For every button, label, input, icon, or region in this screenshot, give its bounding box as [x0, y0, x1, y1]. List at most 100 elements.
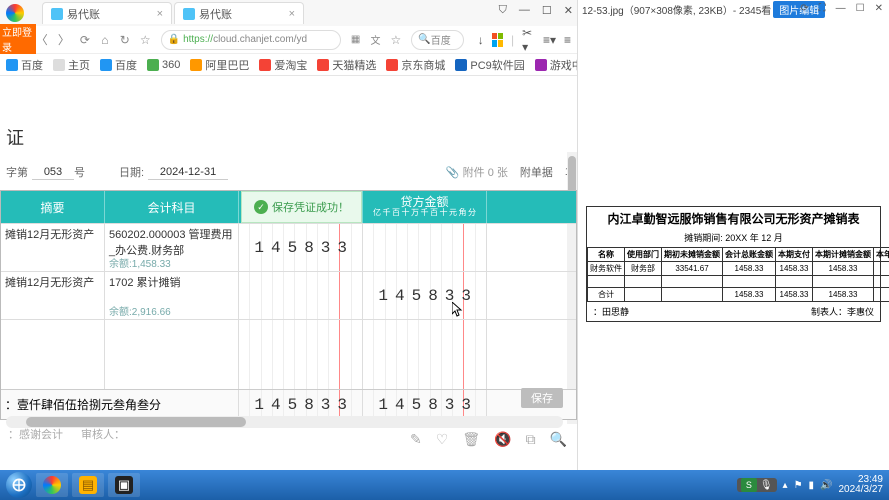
maker-label: ：感谢会计 [8, 426, 63, 442]
table-header-row: 名称 使用部门 期初未摊销金额 会计总账金额 本期支付 本期计摊销金额 本年累计… [588, 248, 889, 262]
scroll-thumb[interactable] [26, 417, 246, 427]
auditor-label: 审核人： [81, 426, 125, 442]
voucher-row[interactable]: 摊销12月无形资产 560202.000003 管理费用_办公费.财务部 余额:… [1, 223, 576, 271]
search-page-icon[interactable]: 🔍 [550, 431, 567, 448]
nav-star-icon[interactable]: ☆ [140, 31, 151, 49]
save-button[interactable]: 保存 [521, 388, 563, 408]
browser-tab-2[interactable]: 易代账 × [174, 2, 304, 24]
bookmark-item[interactable]: 百度 [100, 57, 137, 73]
tray-clock[interactable]: 23:49 2024/3/27 [839, 475, 884, 496]
viewer-maximize-icon[interactable]: ☐ [856, 3, 865, 14]
tray-network-icon[interactable]: ▮ [809, 480, 815, 491]
viewer-tool-fullscreen-icon[interactable]: ⛶ [819, 3, 826, 14]
cell-credit[interactable] [363, 224, 487, 271]
bill-label: 附单据 [520, 164, 553, 180]
trash-icon[interactable]: 🗑 [462, 431, 480, 448]
browser-address-bar-row: 〈 〉 ⟳ ⌂ ↻ ☆ 🔒 https://cloud.chanjet.com/… [0, 26, 577, 54]
url-path: /yd [294, 34, 307, 45]
bookmark-item[interactable]: PC9软件园 [455, 57, 524, 73]
credit-unit-labels: 亿千百十万千百十元角分 [372, 209, 477, 218]
voucher-grid: ✓ 保存凭证成功！ 摘要 会计科目 借方金额 亿千百十万千百十元角分 贷方金额 … [0, 190, 577, 420]
amortization-document: 内江卓勤智远服饰销售有限公司无形资产摊销表 摊销期间: 20XX 年 12 月 … [586, 206, 881, 322]
page-title: 证 [6, 124, 577, 150]
doc-preparer: 李惠仪 [847, 307, 874, 317]
nav-restore-icon[interactable]: ↻ [120, 31, 130, 49]
table-row: 财务软件 财务部 33541.67 1458.33 1458.33 1458.3… [588, 262, 889, 276]
minimize-icon[interactable]: — [519, 4, 530, 17]
voucher-no-input[interactable] [32, 165, 74, 180]
table-empty-row [588, 276, 889, 288]
balance-hint: 余额:1,458.33 [109, 255, 171, 270]
cell-summary[interactable]: 摊销12月无形资产 [1, 272, 105, 319]
page-content: 证 字第 号 日期: 📎 附件 0 张 附单据 1 ✓ 保存凭证成功！ 摘要 会… [0, 76, 577, 464]
sound-icon[interactable]: 🔇 [494, 431, 511, 448]
taskbar-app-browser[interactable] [36, 473, 68, 497]
total-debit: 145833 [239, 390, 362, 419]
viewer-tool-rotate-icon[interactable]: ⟳ [800, 3, 808, 14]
nav-home-icon[interactable]: ⌂ [100, 31, 110, 49]
start-button[interactable] [6, 472, 32, 498]
heart-icon[interactable]: ♡ [436, 431, 449, 448]
page-toolbar: ✎ ♡ 🗑 🔇 ⧉ 🔍 [410, 431, 567, 448]
bookmark-item[interactable]: 百度 [6, 57, 43, 73]
cell-credit[interactable]: 145833 [363, 272, 487, 319]
edit-icon[interactable]: ✎ [410, 431, 422, 448]
download-icon[interactable]: ↓ [478, 33, 484, 47]
tray-volume-icon[interactable]: 🔊 [820, 480, 832, 491]
cell-summary[interactable]: 摊销12月无形资产 [1, 224, 105, 271]
bookmark-item[interactable]: 游戏中心 [535, 57, 577, 73]
attachment-link[interactable]: 📎 附件 0 张 [446, 164, 508, 180]
menu-icon[interactable]: ≡ [564, 33, 571, 47]
system-tray: S 🎙 ▴ ⚑ ▮ 🔊 23:49 2024/3/27 [737, 475, 883, 496]
bookmark-item[interactable]: 主页 [53, 57, 90, 73]
translate-icon[interactable]: 文 [371, 31, 381, 49]
tray-mic-icon[interactable]: 🎙 [760, 480, 773, 491]
voucher-word-suffix: 号 [74, 164, 85, 180]
maximize-icon[interactable]: ☐ [542, 4, 552, 17]
viewer-minimize-icon[interactable]: — [836, 3, 846, 14]
bookmark-item[interactable]: 360 [147, 59, 180, 71]
browser-tab-1[interactable]: 易代账 × [42, 2, 172, 24]
voucher-date-input[interactable] [148, 165, 228, 180]
tray-expand-icon[interactable]: S 🎙 [737, 478, 777, 492]
check-icon: ✓ [254, 200, 268, 214]
screenshot-icon[interactable]: ✂▾ [522, 26, 535, 54]
tray-chevron-icon[interactable]: ▴ [783, 480, 788, 491]
bookmark-item[interactable]: 阿里巴巴 [190, 57, 249, 73]
tab-close-icon[interactable]: × [289, 8, 295, 20]
nav-reload-icon[interactable]: ⟳ [80, 31, 90, 49]
doc-period: 摊销期间: 20XX 年 12 月 [587, 230, 880, 247]
addr-star-icon[interactable]: ☆ [391, 31, 402, 49]
amortization-table: 名称 使用部门 期初未摊销金额 会计总账金额 本期支付 本期计摊销金额 本年累计… [587, 247, 889, 302]
voucher-row[interactable]: 摊销12月无形资产 1702 累计摊销 余额:2,916.66 145833 [1, 271, 576, 319]
apps-grid-icon[interactable] [492, 33, 503, 47]
login-now-button[interactable]: 立即登录 [0, 24, 36, 54]
nav-back-icon[interactable]: 〈 [36, 31, 48, 49]
qr-icon[interactable]: ▦ [351, 31, 361, 49]
tab-close-icon[interactable]: × [157, 8, 163, 20]
bookmark-item[interactable]: 天猫精选 [317, 57, 376, 73]
taskbar-app-terminal[interactable]: ▣ [108, 473, 140, 497]
extensions-icon[interactable]: ≡▾ [543, 33, 556, 47]
bookmarks-bar: 百度 主页 百度 360 阿里巴巴 爱淘宝 天猫精选 京东商城 PC9软件园 游… [0, 54, 577, 76]
taskbar-app-viewer[interactable]: ▤ [72, 473, 104, 497]
search-icon: 🔍 [418, 34, 430, 45]
tray-flag-icon[interactable]: ⚑ [794, 480, 803, 491]
nav-forward-icon[interactable]: 〉 [58, 31, 70, 49]
bookmark-item[interactable]: 京东商城 [386, 57, 445, 73]
balance-hint: 余额:2,916.66 [109, 303, 171, 318]
voucher-row-empty[interactable] [1, 319, 576, 389]
tray-green-icon[interactable]: S [741, 478, 757, 492]
close-icon[interactable]: ✕ [564, 4, 573, 17]
bookmark-item[interactable]: 爱淘宝 [259, 57, 307, 73]
cell-debit[interactable]: 145833 [239, 224, 363, 271]
viewer-file-info: 12-53.jpg（907×308像素, 23KB）- 2345看 [582, 2, 771, 17]
horizontal-scrollbar[interactable] [6, 416, 563, 428]
copy-icon[interactable]: ⧉ [526, 431, 536, 448]
search-box[interactable]: 🔍 百度 [411, 30, 463, 50]
voucher-total-row: ： 壹仟肆佰伍拾捌元叁角叁分 145833 145833 [1, 389, 576, 419]
shield-icon[interactable]: ⛉ [499, 4, 507, 17]
cell-debit[interactable] [239, 272, 363, 319]
viewer-close-icon[interactable]: ✕ [875, 3, 883, 14]
address-bar[interactable]: 🔒 https://cloud.chanjet.com/yd [161, 30, 341, 50]
